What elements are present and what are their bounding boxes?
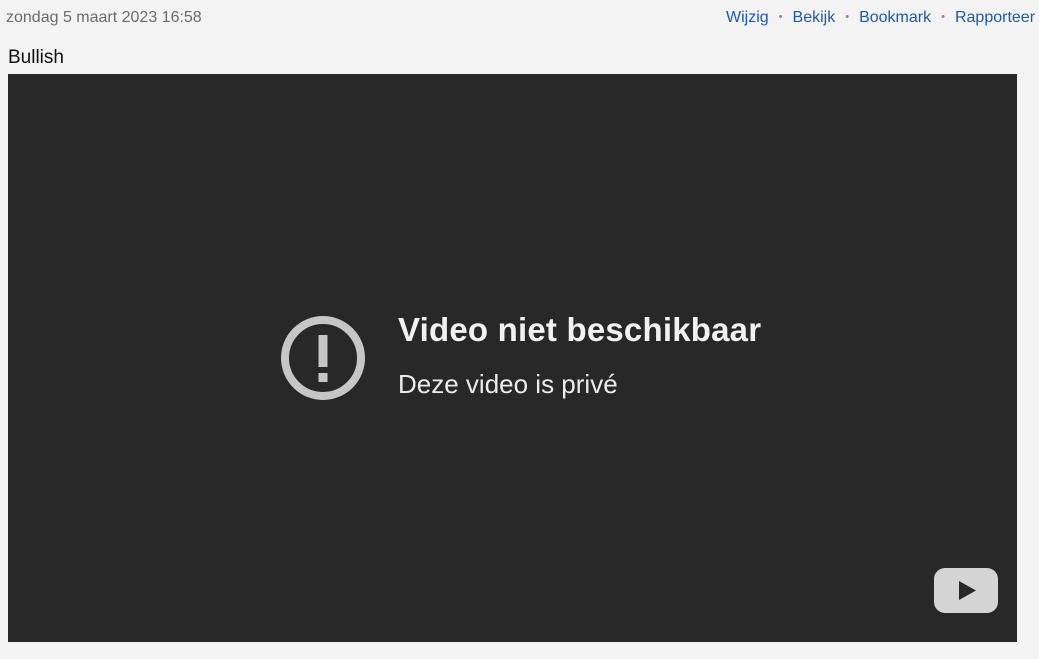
page: zondag 5 maart 2023 16:58 Wijzig • Bekij… — [0, 0, 1039, 659]
post-header: zondag 5 maart 2023 16:58 Wijzig • Bekij… — [0, 0, 1039, 38]
separator-dot: • — [778, 11, 783, 23]
post-actions: Wijzig • Bekijk • Bookmark • Rapporteer — [726, 9, 1035, 27]
youtube-logo-icon[interactable] — [934, 568, 998, 613]
separator-dot: • — [845, 11, 850, 23]
post-text: Bullish — [8, 47, 64, 68]
view-link[interactable]: Bekijk — [793, 9, 836, 27]
exclamation-circle-icon — [281, 316, 365, 400]
report-link[interactable]: Rapporteer — [955, 9, 1035, 27]
video-player[interactable]: Video niet beschikbaar Deze video is pri… — [8, 74, 1017, 642]
video-error-title: Video niet beschikbaar — [398, 311, 762, 348]
post-date: zondag 5 maart 2023 16:58 — [6, 9, 202, 26]
video-error-message: Deze video is privé — [398, 369, 618, 399]
edit-link[interactable]: Wijzig — [726, 9, 769, 27]
bookmark-link[interactable]: Bookmark — [859, 9, 931, 27]
separator-dot: • — [941, 11, 945, 23]
